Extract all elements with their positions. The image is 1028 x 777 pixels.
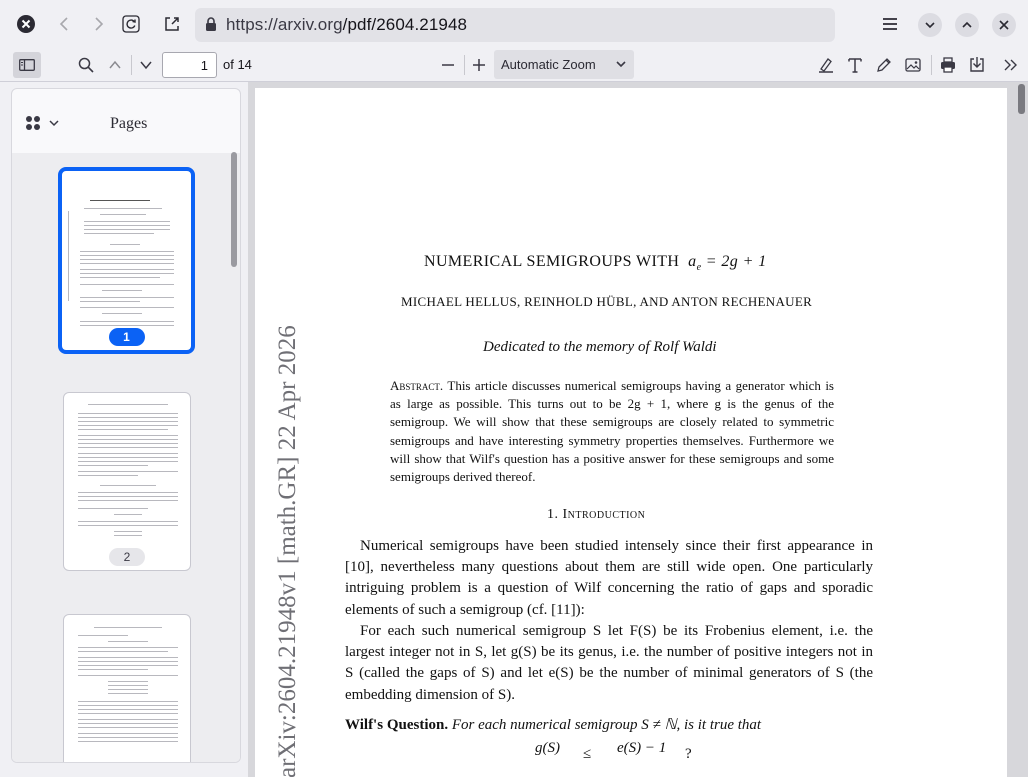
add-image-icon[interactable] xyxy=(900,52,926,78)
search-icon[interactable] xyxy=(73,52,99,78)
paper-abstract: Abstract. This article discusses numeric… xyxy=(390,378,834,485)
wilf-question: Wilf's Question. For each numerical semi… xyxy=(345,717,762,733)
zoom-select[interactable]: Automatic Zoom xyxy=(494,50,634,79)
reload-icon[interactable] xyxy=(116,9,146,39)
highlight-icon[interactable] xyxy=(813,52,839,78)
sidebar-header: Pages xyxy=(12,89,240,153)
thumbnail-page-1[interactable]: 1 xyxy=(58,167,195,354)
chevron-up-icon[interactable] xyxy=(955,13,979,37)
back-icon[interactable] xyxy=(50,9,80,39)
zoom-select-value: Automatic Zoom xyxy=(501,57,596,72)
sidebar-toggle-icon[interactable] xyxy=(13,52,41,78)
menu-icon[interactable] xyxy=(875,9,905,39)
pdf-toolbar: 1 of 14 Automatic Zoom xyxy=(0,48,1028,82)
sidebar-title: Pages xyxy=(110,115,148,132)
paragraph: Numerical semigroups have been studied i… xyxy=(345,538,873,618)
forward-icon[interactable] xyxy=(83,9,113,39)
zoom-out-icon[interactable] xyxy=(435,52,461,78)
zoom-in-icon[interactable] xyxy=(466,52,492,78)
next-page-icon[interactable] xyxy=(133,52,159,78)
save-icon[interactable] xyxy=(964,52,990,78)
address-bar[interactable]: https://arxiv.org/pdf/2604.21948 xyxy=(195,8,835,42)
previous-page-icon[interactable] xyxy=(102,52,128,78)
browser-toolbar: https://arxiv.org/pdf/2604.21948 xyxy=(0,0,1028,48)
toolbar-divider xyxy=(464,55,465,75)
thumbnail-page-label: 1 xyxy=(108,328,145,346)
grid-view-icon[interactable] xyxy=(25,115,59,135)
arxiv-stamp: arXiv:2604.21948v1 [math.GR] 22 Apr 2026 xyxy=(274,325,301,777)
lock-icon xyxy=(205,17,217,36)
page-count: of 14 xyxy=(223,57,252,72)
chevron-down-icon[interactable] xyxy=(918,13,942,37)
document-viewer: arXiv:2604.21948v1 [math.GR] 22 Apr 2026… xyxy=(248,82,1028,777)
section-heading: 1. Introduction xyxy=(547,507,646,522)
share-icon[interactable] xyxy=(157,9,187,39)
sidebar-scrollbar[interactable] xyxy=(231,152,237,267)
text-tool-icon[interactable] xyxy=(842,52,868,78)
pdf-page: arXiv:2604.21948v1 [math.GR] 22 Apr 2026… xyxy=(255,88,1007,777)
url-text: https://arxiv.org/pdf/2604.21948 xyxy=(226,15,468,34)
paper-authors: MICHAEL HELLUS, REINHOLD HÜBL, AND ANTON… xyxy=(401,294,813,309)
toolbar-divider xyxy=(131,55,132,75)
thumbnail-page-label: 2 xyxy=(109,548,145,566)
draw-icon[interactable] xyxy=(871,52,897,78)
thumbnail-page-2[interactable]: 2 xyxy=(63,392,191,571)
thumbnail-list: 1 2 xyxy=(12,153,240,762)
print-icon[interactable] xyxy=(935,52,961,78)
page-number-input[interactable]: 1 xyxy=(162,52,217,78)
chevron-down-icon xyxy=(615,58,627,73)
paragraph: For each such numerical semigroup S let … xyxy=(345,623,873,703)
thumbnail-page-3[interactable] xyxy=(63,614,191,762)
document-scrollbar[interactable] xyxy=(1018,84,1025,114)
toolbar-divider xyxy=(931,55,932,75)
more-tools-icon[interactable] xyxy=(998,52,1024,78)
paper-dedication: Dedicated to the memory of Rolf Waldi xyxy=(483,339,717,355)
thumbnail-sidebar: Pages 1 2 xyxy=(11,88,241,763)
close-window-icon[interactable] xyxy=(992,13,1016,37)
close-tab-icon[interactable] xyxy=(11,9,41,39)
paper-title: NUMERICAL SEMIGROUPS WITH ae = 2g + 1 xyxy=(424,253,767,274)
